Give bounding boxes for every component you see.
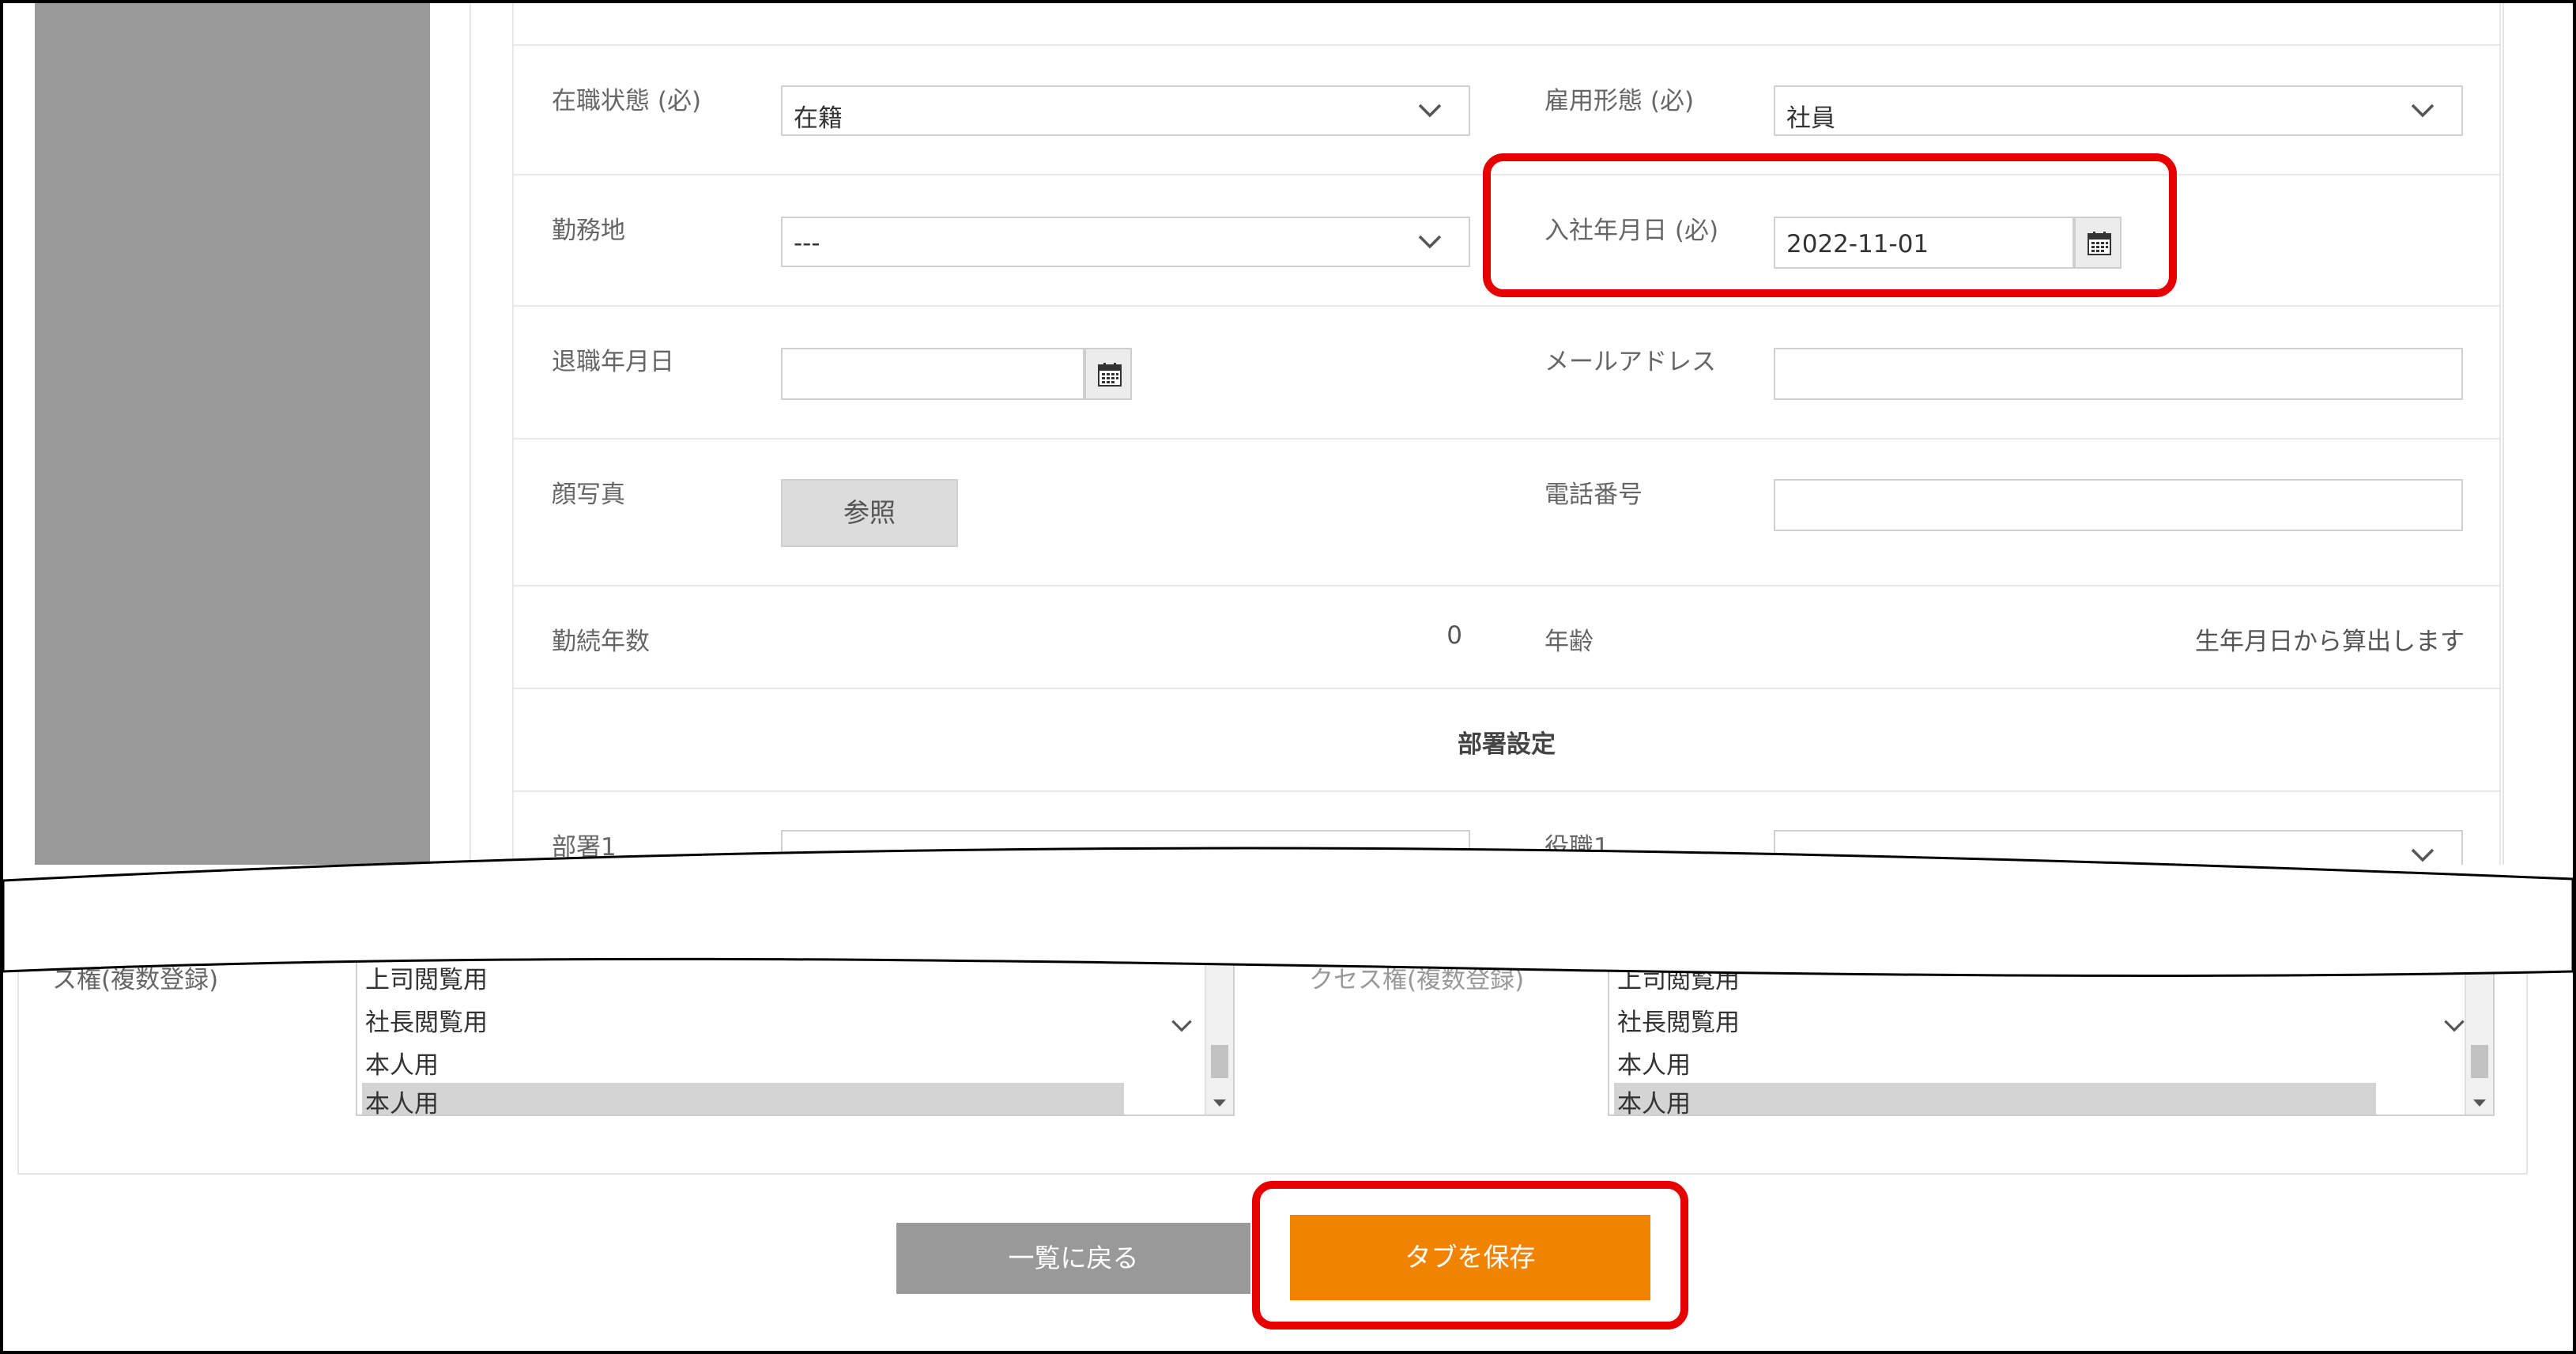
tenure-value: 0 — [1446, 621, 1462, 650]
content-break-marker — [3, 847, 2573, 977]
status-value: 在籍 — [794, 104, 843, 133]
email-input[interactable] — [1774, 348, 2463, 400]
leave-date-label: 退職年月日 — [552, 348, 674, 376]
employment-type-label: 雇用形態 (必) — [1544, 87, 1695, 115]
chevron-down-icon — [2411, 104, 2435, 118]
work-location-value: --- — [794, 229, 820, 258]
scroll-down-arrow-icon[interactable] — [2473, 1099, 2486, 1107]
form-panel-bottom: ス権(複数登録) 上司閲覧用 社長閲覧用 本人用 本人用 クセス権(複数登録) … — [17, 952, 2528, 1175]
scrollbar-thumb[interactable] — [1211, 1045, 1228, 1078]
work-location-select[interactable]: --- — [781, 217, 1470, 267]
leave-date-input[interactable] — [781, 348, 1084, 400]
chevron-down-icon — [1418, 104, 1442, 118]
list-option[interactable]: 本人用 — [365, 1045, 439, 1081]
save-button-highlight — [1252, 1181, 1688, 1329]
inner-border — [2499, 3, 2501, 865]
chevron-down-icon — [2444, 1020, 2465, 1032]
chevron-down-icon — [1418, 235, 1442, 249]
status-label: 在職状態 (必) — [552, 87, 702, 115]
work-location-label: 勤務地 — [552, 217, 625, 245]
row-divider — [512, 305, 2501, 307]
employment-type-select[interactable]: 社員 — [1774, 85, 2463, 136]
row-divider — [512, 438, 2501, 439]
employment-type-value: 社員 — [1786, 104, 1835, 133]
phone-input[interactable] — [1774, 479, 2463, 531]
back-to-list-button[interactable]: 一覧に戻る — [896, 1223, 1250, 1294]
age-value: 生年月日から算出します — [2195, 628, 2465, 656]
screenshot-frame: 在職状態 (必) 在籍 雇用形態 (必) 社員 勤務地 --- 入社年月日 (必… — [0, 0, 2576, 1354]
row-divider — [512, 790, 2501, 792]
list-option-selected[interactable]: 本人用 — [362, 1083, 1124, 1115]
phone-label: 電話番号 — [1544, 481, 1643, 509]
list-option[interactable]: 社長閲覧用 — [1617, 1002, 1740, 1038]
sidebar — [35, 3, 430, 865]
row-divider — [512, 585, 2501, 586]
tenure-label: 勤続年数 — [552, 628, 650, 656]
email-label: メールアドレス — [1544, 348, 1716, 376]
list-option-selected[interactable]: 本人用 — [1614, 1083, 2376, 1115]
join-date-highlight — [1483, 153, 2177, 297]
list-option[interactable]: 社長閲覧用 — [365, 1002, 488, 1038]
row-divider — [512, 44, 2501, 46]
inner-border — [512, 3, 514, 865]
leave-date-calendar-button[interactable] — [1084, 348, 1132, 400]
photo-label: 顔写真 — [552, 481, 625, 509]
calendar-icon — [1098, 363, 1122, 387]
scrollbar-thumb[interactable] — [2471, 1045, 2488, 1078]
age-label: 年齢 — [1544, 628, 1593, 656]
browse-button[interactable]: 参照 — [781, 479, 958, 547]
form-bottom-section: ス権(複数登録) 上司閲覧用 社長閲覧用 本人用 本人用 クセス権(複数登録) … — [3, 952, 2573, 1351]
form-top-section: 在職状態 (必) 在籍 雇用形態 (必) 社員 勤務地 --- 入社年月日 (必… — [3, 3, 2573, 865]
list-option[interactable]: 本人用 — [1617, 1045, 1691, 1081]
row-divider — [512, 688, 2501, 689]
chevron-down-icon — [1171, 1020, 1192, 1032]
form-panel: 在職状態 (必) 在籍 雇用形態 (必) 社員 勤務地 --- 入社年月日 (必… — [470, 3, 2504, 865]
scroll-down-arrow-icon[interactable] — [1213, 1099, 1226, 1107]
department-section-title: 部署設定 — [1458, 730, 1556, 759]
status-select[interactable]: 在籍 — [781, 85, 1470, 136]
